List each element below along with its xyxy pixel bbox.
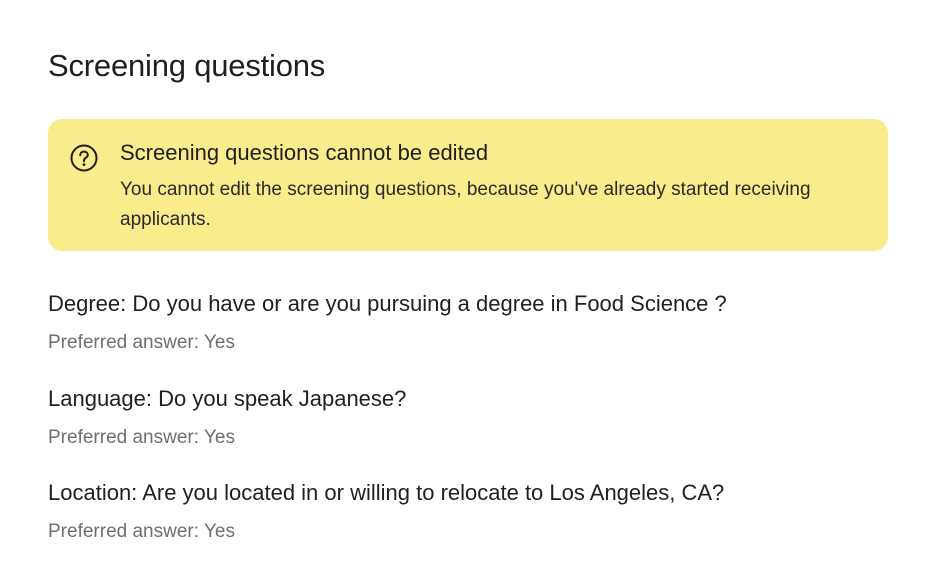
- notice-body: You cannot edit the screening questions,…: [120, 179, 811, 230]
- preferred-answer: Preferred answer: Yes: [48, 427, 235, 448]
- screening-questions-page: Screening questions Screening questions …: [0, 0, 942, 576]
- preferred-answer: Preferred answer: Yes: [48, 332, 235, 353]
- question-circle-icon: [69, 143, 99, 173]
- screening-question-location: Location: Are you located in or willing …: [48, 479, 724, 545]
- question-text: Degree: Do you have or are you pursuing …: [48, 291, 727, 316]
- screening-question-language: Language: Do you speak Japanese? Preferr…: [48, 385, 406, 451]
- section-title: Screening questions: [48, 48, 326, 83]
- question-text: Language: Do you speak Japanese?: [48, 386, 407, 411]
- question-text: Location: Are you located in or willing …: [48, 480, 725, 505]
- not-editable-notice: Screening questions cannot be edited You…: [48, 119, 888, 251]
- screening-question-degree: Degree: Do you have or are you pursuing …: [48, 290, 727, 356]
- preferred-answer: Preferred answer: Yes: [48, 521, 235, 542]
- notice-title: Screening questions cannot be edited: [120, 140, 489, 165]
